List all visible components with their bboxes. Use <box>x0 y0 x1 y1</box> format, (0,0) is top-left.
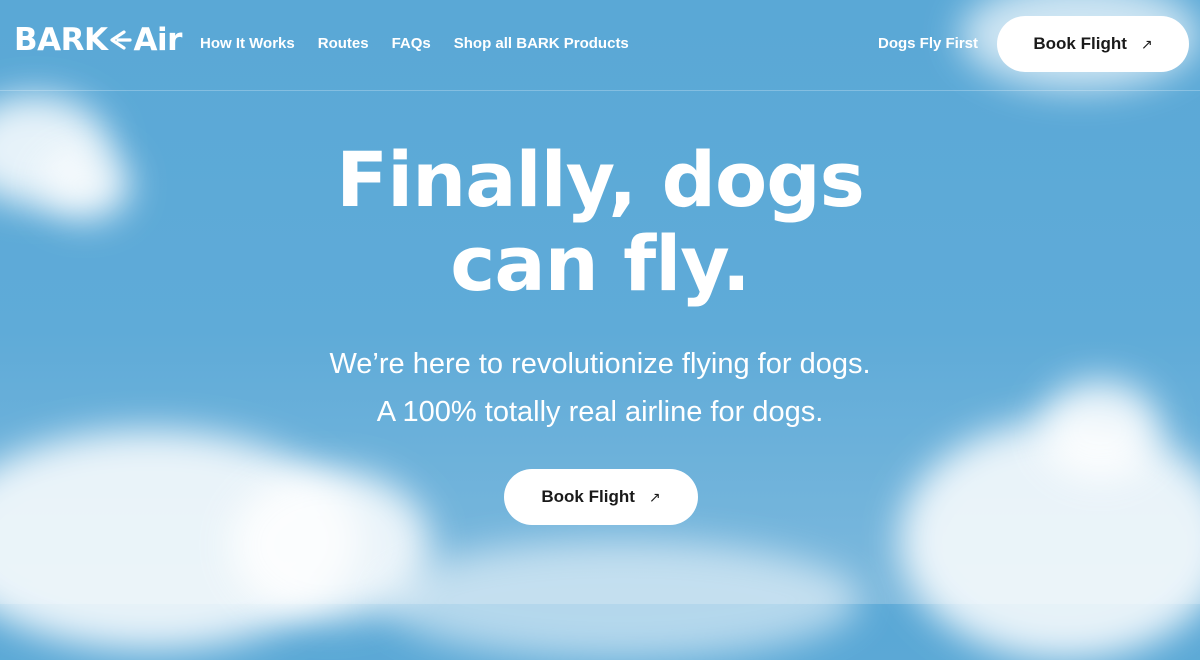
hero-subtitle-line-2: A 100% totally real airline for dogs. <box>376 396 824 428</box>
hero-title-line-1: Finally, dogs <box>336 135 865 224</box>
nav-dogs-fly-first[interactable]: Dogs Fly First <box>878 35 978 52</box>
logo-text-bark: BARK <box>14 22 108 58</box>
hero-book-flight-label: Book Flight <box>541 487 635 506</box>
hero-subtitle: We’re here to revolutionize flying for d… <box>0 340 1200 436</box>
hero-subtitle-line-1: We’re here to revolutionize flying for d… <box>329 348 871 380</box>
header-book-flight-button[interactable]: Book Flight ↗ <box>997 16 1189 72</box>
arrow-up-right-icon: ↗ <box>1140 35 1153 52</box>
hero-title-line-2: can fly. <box>450 219 750 308</box>
main-nav: How It Works Routes FAQs Shop all BARK P… <box>200 35 629 52</box>
nav-shop-bark-products[interactable]: Shop all BARK Products <box>454 35 629 52</box>
nav-routes[interactable]: Routes <box>318 35 369 52</box>
logo-text-air: Air <box>133 22 183 58</box>
nav-faqs[interactable]: FAQs <box>392 35 431 52</box>
nav-how-it-works[interactable]: How It Works <box>200 35 295 52</box>
hero-book-flight-button[interactable]: Book Flight ↗ <box>504 469 698 525</box>
site-header: BARK Air How It Works Routes FAQs Shop a… <box>0 0 1200 91</box>
arrow-up-right-icon: ↗ <box>648 488 661 505</box>
bark-air-logo[interactable]: BARK Air <box>14 22 182 58</box>
header-book-flight-label: Book Flight <box>1033 34 1127 53</box>
hero-title: Finally, dogs can fly. <box>0 138 1200 306</box>
bark-bolt-icon <box>109 30 132 50</box>
